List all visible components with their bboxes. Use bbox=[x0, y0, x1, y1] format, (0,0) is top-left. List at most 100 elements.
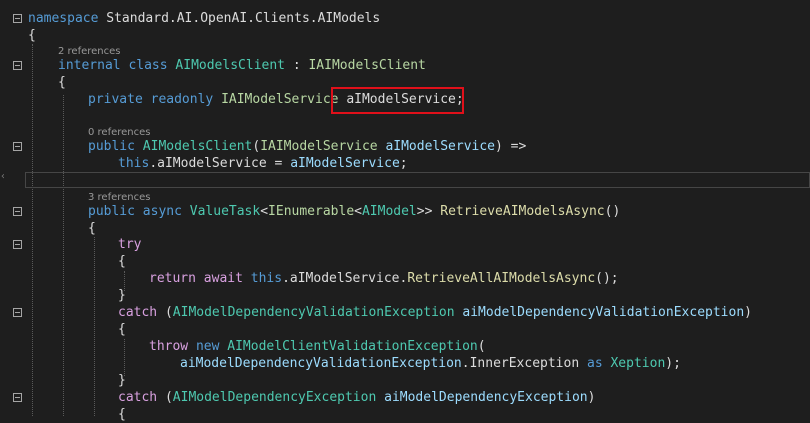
brace: } bbox=[118, 288, 126, 303]
collapse-namespace-icon[interactable] bbox=[13, 14, 22, 23]
namespace-name: Standard.AI.OpenAI.Clients.AIModels bbox=[106, 11, 381, 26]
keyword: namespace bbox=[28, 11, 99, 26]
code-line[interactable]: try bbox=[118, 236, 141, 253]
collapse-class-icon[interactable] bbox=[13, 61, 22, 70]
keyword: as bbox=[587, 356, 603, 371]
code-line[interactable]: { bbox=[118, 253, 126, 270]
keyword: public bbox=[88, 139, 135, 154]
keyword: this bbox=[250, 271, 283, 286]
type-name: ValueTask bbox=[189, 204, 261, 219]
param-name: aIModelService bbox=[290, 156, 400, 171]
keyword: throw bbox=[149, 339, 189, 354]
current-line-highlight bbox=[25, 172, 810, 188]
punct: ) bbox=[587, 390, 596, 405]
type-name: AIModelDependencyException bbox=[172, 390, 377, 405]
method-name: RetrieveAIModelsAsync bbox=[440, 204, 605, 219]
code-line[interactable]: this.aIModelService = aIModelService; bbox=[118, 155, 408, 172]
keyword: readonly bbox=[150, 92, 214, 107]
punct: >> bbox=[416, 204, 441, 219]
collapse-try-icon[interactable] bbox=[13, 240, 22, 249]
param-name: aIModelService bbox=[385, 139, 496, 154]
type-name: Xeption bbox=[610, 356, 666, 371]
brace: { bbox=[118, 254, 126, 269]
keyword: this bbox=[118, 156, 150, 171]
variable-name: aiModelDependencyValidationException bbox=[462, 305, 745, 320]
code-line[interactable]: public async ValueTask<IEnumerable<AIMod… bbox=[88, 203, 620, 220]
punct: ( bbox=[164, 305, 173, 320]
keyword: await bbox=[203, 271, 243, 286]
code-line[interactable]: { bbox=[28, 27, 36, 44]
code-line[interactable]: } bbox=[118, 287, 126, 304]
field-type: IAIModelService bbox=[221, 92, 339, 107]
punct: . bbox=[282, 271, 290, 286]
interface-name: IAIModelsClient bbox=[308, 58, 426, 73]
method-name: RetrieveAllAIModelsAsync bbox=[407, 271, 596, 286]
code-editor[interactable]: ‹ namespace Standard.AI.OpenAI.Clients.A… bbox=[0, 0, 810, 422]
collapse-catch-icon[interactable] bbox=[13, 393, 22, 402]
brace: { bbox=[88, 221, 96, 236]
keyword: class bbox=[128, 58, 168, 73]
class-name: AIModelsClient bbox=[175, 58, 285, 73]
variable-name: aiModelDependencyValidationException bbox=[180, 356, 462, 371]
field-name: aIModelService bbox=[289, 271, 400, 286]
keyword: private bbox=[88, 92, 143, 107]
param-type: IAIModelService bbox=[260, 139, 378, 154]
property-name: InnerException bbox=[469, 356, 580, 371]
keyword: catch bbox=[118, 390, 158, 405]
indent-guide bbox=[63, 95, 64, 416]
collapse-constructor-icon[interactable] bbox=[13, 142, 22, 151]
type-name: IEnumerable bbox=[268, 204, 355, 219]
keyword: catch bbox=[118, 305, 158, 320]
punct: ( bbox=[164, 390, 173, 405]
type-name: AIModelClientValidationException bbox=[227, 339, 478, 354]
brace: { bbox=[58, 75, 66, 90]
code-line[interactable]: internal class AIModelsClient : IAIModel… bbox=[58, 57, 426, 74]
code-line[interactable]: { bbox=[58, 74, 66, 91]
field-name: aIModelService bbox=[157, 156, 267, 171]
keyword: async bbox=[142, 204, 182, 219]
brace: { bbox=[28, 28, 36, 43]
type-name: AIModel bbox=[361, 204, 417, 219]
code-line[interactable]: public AIModelsClient(IAIModelService aI… bbox=[88, 138, 526, 155]
brace: { bbox=[118, 322, 126, 337]
punct: . bbox=[461, 356, 470, 371]
code-line[interactable]: namespace Standard.AI.OpenAI.Clients.AIM… bbox=[28, 10, 380, 27]
keyword: try bbox=[118, 237, 142, 252]
punct: ); bbox=[665, 356, 681, 371]
indent-guide bbox=[124, 339, 125, 376]
punct: ) bbox=[744, 305, 752, 320]
type-name: AIModelDependencyValidationException bbox=[172, 305, 455, 320]
indent-guide bbox=[32, 44, 33, 416]
margin-arrow-icon: ‹ bbox=[0, 171, 7, 182]
punct: ; bbox=[399, 156, 408, 171]
collapse-catch-icon[interactable] bbox=[13, 308, 22, 317]
punct: = bbox=[266, 156, 291, 171]
constructor-name: AIModelsClient bbox=[142, 139, 253, 154]
punct: () bbox=[604, 204, 621, 219]
highlight-box bbox=[331, 87, 464, 114]
code-line[interactable]: aiModelDependencyValidationException.Inn… bbox=[180, 355, 681, 372]
keyword: internal bbox=[58, 58, 121, 73]
code-line[interactable]: return await this.aIModelService.Retriev… bbox=[149, 270, 619, 287]
collapse-method-icon[interactable] bbox=[13, 207, 22, 216]
code-line[interactable]: throw new AIModelClientValidationExcepti… bbox=[149, 338, 486, 355]
keyword: return bbox=[149, 271, 196, 286]
code-line[interactable]: catch (AIModelDependencyException aiMode… bbox=[118, 389, 595, 406]
punct: : bbox=[285, 58, 309, 73]
punct: ( bbox=[477, 339, 486, 354]
punct: < bbox=[354, 204, 362, 219]
code-line[interactable]: { bbox=[118, 321, 126, 338]
punct: < bbox=[260, 204, 269, 219]
indent-guide bbox=[94, 237, 95, 416]
brace: } bbox=[118, 373, 126, 388]
code-line[interactable]: catch (AIModelDependencyValidationExcept… bbox=[118, 304, 752, 321]
code-line[interactable]: } bbox=[118, 372, 126, 389]
code-line[interactable]: { bbox=[88, 220, 96, 237]
punct: . bbox=[149, 156, 158, 171]
code-line[interactable]: { bbox=[118, 406, 126, 423]
punct: (); bbox=[595, 271, 619, 286]
keyword: new bbox=[195, 339, 220, 354]
brace: { bbox=[118, 407, 126, 422]
punct: ) => bbox=[495, 139, 527, 154]
keyword: public bbox=[88, 204, 135, 219]
